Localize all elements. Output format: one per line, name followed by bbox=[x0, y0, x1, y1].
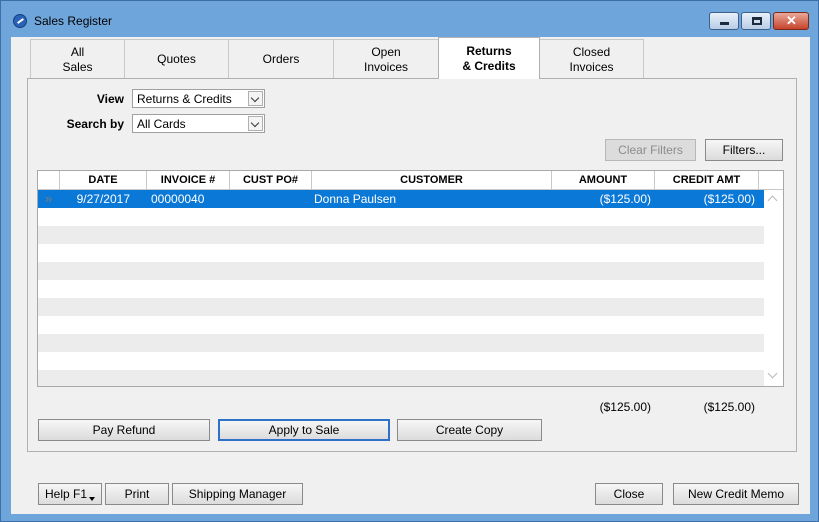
sales-register-window: Sales Register ✕ All Sales Quotes Orders… bbox=[0, 0, 819, 522]
empty-row bbox=[38, 280, 764, 298]
column-header-amount[interactable]: AMOUNT bbox=[552, 171, 655, 190]
minimize-button[interactable] bbox=[709, 12, 739, 30]
empty-row bbox=[38, 370, 764, 386]
maximize-icon bbox=[752, 17, 762, 25]
cell-invoice: 00000040 bbox=[151, 192, 205, 206]
apply-to-sale-button[interactable]: Apply to Sale bbox=[218, 419, 390, 441]
empty-row bbox=[38, 334, 764, 352]
tab-orders[interactable]: Orders bbox=[228, 39, 334, 79]
tab-all-sales[interactable]: All Sales bbox=[30, 39, 125, 79]
row-header-column bbox=[38, 171, 60, 190]
tab-open-invoices[interactable]: Open Invoices bbox=[333, 39, 439, 79]
cell-date: 9/27/2017 bbox=[76, 192, 130, 206]
scroll-down-icon[interactable] bbox=[767, 368, 778, 379]
empty-row bbox=[38, 226, 764, 244]
empty-row bbox=[38, 262, 764, 280]
column-header-invoice[interactable]: INVOICE # bbox=[147, 171, 230, 190]
tab-closed-invoices[interactable]: Closed Invoices bbox=[539, 39, 644, 79]
help-label: Help F1 bbox=[44, 487, 88, 501]
column-header-date[interactable]: DATE bbox=[60, 171, 147, 190]
maximize-button[interactable] bbox=[741, 12, 771, 30]
search-by-select-value: All Cards bbox=[137, 117, 186, 131]
create-copy-button[interactable]: Create Copy bbox=[397, 419, 542, 441]
view-select[interactable]: Returns & Credits bbox=[132, 89, 265, 108]
column-header-credit-amt[interactable]: CREDIT AMT bbox=[655, 171, 759, 190]
cell-cust-po bbox=[234, 190, 310, 208]
empty-row bbox=[38, 352, 764, 370]
current-row-icon: » bbox=[45, 191, 53, 206]
scroll-up-icon[interactable] bbox=[767, 195, 778, 206]
filters-button[interactable]: Filters... bbox=[705, 139, 783, 161]
empty-row bbox=[38, 208, 764, 226]
chevron-down-icon[interactable] bbox=[248, 116, 263, 131]
search-by-select[interactable]: All Cards bbox=[132, 114, 265, 133]
tab-quotes[interactable]: Quotes bbox=[124, 39, 229, 79]
cell-amount: ($125.00) bbox=[599, 192, 651, 206]
search-by-label: Search by bbox=[66, 117, 124, 131]
app-icon bbox=[13, 14, 27, 28]
pay-refund-button[interactable]: Pay Refund bbox=[38, 419, 210, 441]
cell-customer: Donna Paulsen bbox=[314, 192, 397, 206]
table-row[interactable]: » 9/27/2017 00000040 Donna Paulsen ($125… bbox=[38, 190, 764, 208]
shipping-manager-button[interactable]: Shipping Manager bbox=[172, 483, 303, 505]
sales-table: DATE INVOICE # CUST PO# CUSTOMER AMOUNT … bbox=[37, 170, 784, 387]
window-close-button[interactable]: ✕ bbox=[773, 12, 809, 30]
new-credit-memo-button[interactable]: New Credit Memo bbox=[673, 483, 799, 505]
close-button[interactable]: Close bbox=[595, 483, 663, 505]
vertical-scrollbar[interactable] bbox=[764, 190, 783, 386]
minimize-icon bbox=[720, 22, 729, 25]
empty-row bbox=[38, 316, 764, 334]
empty-row bbox=[38, 244, 764, 262]
column-header-spacer bbox=[759, 171, 783, 190]
view-select-value: Returns & Credits bbox=[137, 92, 232, 106]
tab-returns-credits[interactable]: Returns & Credits bbox=[438, 37, 540, 79]
total-amount: ($125.00) bbox=[599, 400, 651, 414]
column-header-cust-po[interactable]: CUST PO# bbox=[230, 171, 312, 190]
total-credit-amt: ($125.00) bbox=[703, 400, 755, 414]
empty-row bbox=[38, 298, 764, 316]
help-button[interactable]: Help F1 bbox=[38, 483, 102, 505]
title-bar[interactable]: Sales Register ✕ bbox=[1, 1, 818, 37]
column-header-customer[interactable]: CUSTOMER bbox=[312, 171, 552, 190]
clear-filters-button[interactable]: Clear Filters bbox=[605, 139, 696, 161]
close-icon: ✕ bbox=[786, 13, 797, 28]
chevron-down-icon[interactable] bbox=[248, 91, 263, 106]
view-label: View bbox=[96, 92, 124, 106]
dropdown-arrow-icon bbox=[89, 497, 96, 501]
window-title: Sales Register bbox=[34, 14, 113, 28]
cell-credit-amt: ($125.00) bbox=[703, 192, 755, 206]
print-button[interactable]: Print bbox=[105, 483, 169, 505]
client-area: All Sales Quotes Orders Open Invoices Re… bbox=[11, 37, 810, 514]
